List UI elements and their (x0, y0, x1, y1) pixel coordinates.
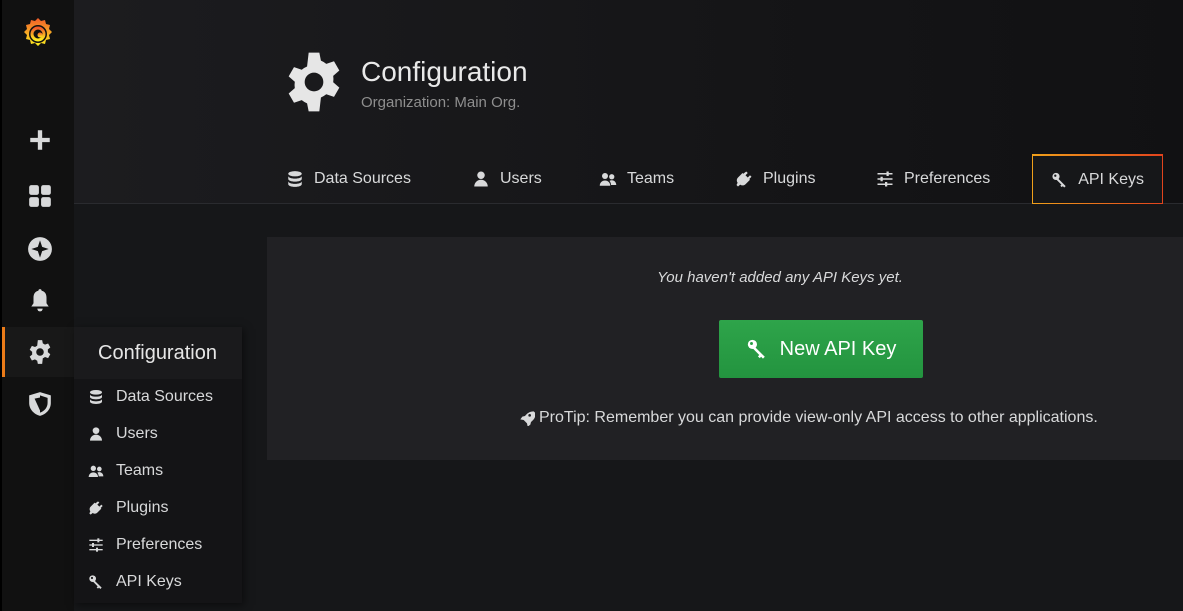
users-icon (599, 173, 617, 186)
flyout-item-label: Plugins (116, 498, 169, 516)
sidebar-item-configuration[interactable] (20, 332, 60, 372)
side-menu (0, 0, 76, 611)
page-subtitle: Organization: Main Org. (361, 94, 521, 111)
tab-label: Users (500, 170, 542, 187)
flyout-item-data-sources[interactable]: Data Sources (74, 378, 242, 415)
key-icon (89, 574, 102, 589)
plus-icon (30, 130, 50, 150)
key-icon (1052, 172, 1066, 188)
flyout-item-label: Preferences (116, 535, 203, 553)
new-api-key-label: New API Key (779, 337, 897, 360)
shield-icon (29, 392, 51, 416)
sidebar-item-explore[interactable] (20, 229, 60, 269)
sliders-icon (877, 171, 893, 187)
flyout-item-teams[interactable]: Teams (74, 452, 242, 489)
flyout-item-label: API Keys (116, 572, 182, 590)
api-keys-empty-panel: You haven't added any API Keys yet. New … (267, 237, 1183, 460)
tab-label: Teams (627, 170, 675, 187)
database-icon (90, 389, 102, 404)
sidebar-item-alerting[interactable] (20, 280, 60, 320)
tab-users[interactable]: Users (472, 154, 542, 204)
new-api-key-button[interactable]: New API Key (719, 320, 923, 378)
bell-icon (31, 289, 49, 312)
sidebar-item-server-admin[interactable] (20, 384, 60, 424)
tab-preferences[interactable]: Preferences (876, 154, 990, 204)
protip-text: ProTip: Remember you can provide view-on… (539, 409, 1098, 426)
tab-label: API Keys (1078, 170, 1144, 188)
database-icon (288, 171, 302, 187)
tab-label: Plugins (763, 170, 816, 187)
tab-teams[interactable]: Teams (599, 154, 674, 204)
tab-api-keys[interactable]: API Keys (1032, 154, 1163, 204)
plug-icon (89, 500, 103, 515)
sidebar-item-create[interactable] (20, 120, 60, 160)
user-icon (90, 426, 102, 441)
flyout-item-users[interactable]: Users (74, 415, 242, 452)
compass-icon (28, 237, 52, 261)
tab-plugins[interactable]: Plugins (735, 154, 815, 204)
flyout-item-label: Data Sources (116, 387, 213, 405)
tab-bar: Data Sources Users Teams Plugins Prefere… (74, 154, 1183, 204)
flyout-item-plugins[interactable]: Plugins (74, 489, 242, 526)
page-header: Configuration Organization: Main Org. Da… (74, 0, 1183, 204)
sliders-icon (89, 537, 103, 552)
page-title: Configuration (361, 56, 528, 87)
gear-icon (29, 340, 51, 364)
dashboards-icon (29, 185, 51, 207)
flyout-item-preferences[interactable]: Preferences (74, 526, 242, 563)
flyout-item-label: Teams (116, 461, 164, 479)
empty-message: You haven't added any API Keys yet. (657, 269, 903, 286)
key-icon (747, 339, 765, 359)
users-icon (88, 465, 104, 477)
user-icon (474, 171, 488, 187)
plug-icon (736, 171, 752, 187)
flyout-title[interactable]: Configuration (74, 327, 242, 379)
configuration-flyout-menu: Configuration Data Sources Users Teams P… (74, 327, 242, 603)
gear-icon (288, 52, 340, 112)
flyout-item-api-keys[interactable]: API Keys (74, 563, 242, 600)
protip: ProTip: Remember you can provide view-on… (519, 409, 1098, 427)
tab-data-sources[interactable]: Data Sources (286, 154, 411, 204)
sidebar-item-dashboards[interactable] (20, 176, 60, 216)
grafana-logo-icon[interactable] (18, 14, 58, 54)
tab-label: Preferences (904, 170, 991, 187)
tab-label: Data Sources (314, 170, 411, 187)
flyout-item-label: Users (116, 424, 158, 442)
rocket-icon (520, 411, 535, 426)
